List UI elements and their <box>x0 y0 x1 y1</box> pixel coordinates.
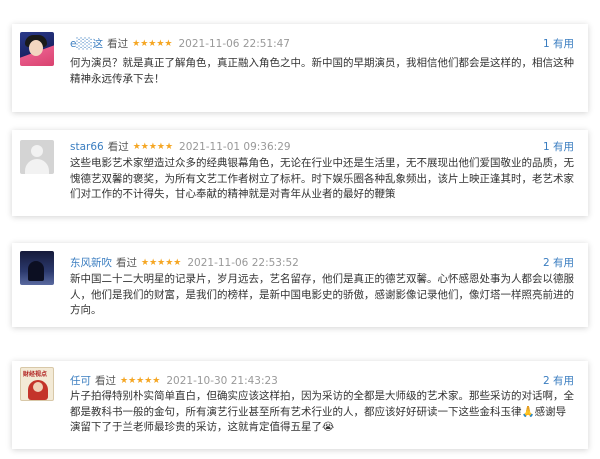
review-header: e░░这 看过 ★★★★★ 2021-11-06 22:51:47 <box>70 36 290 51</box>
useful-button[interactable]: 1 有用 <box>543 139 574 154</box>
review-text: 何为演员？就是真正了解角色，真正融入角色之中。新中国的早期演员，我相信他们都会是… <box>70 57 574 85</box>
watched-label: 看过 <box>107 141 129 153</box>
star-rating: ★★★★★ <box>132 38 173 49</box>
review-card: e░░这 看过 ★★★★★ 2021-11-06 22:51:47 1 有用 何… <box>12 24 588 112</box>
review-date: 2021-11-01 09:36:29 <box>179 140 291 153</box>
avatar[interactable]: 财经视点 <box>20 367 54 401</box>
review-card: 东风新吹 看过 ★★★★★ 2021-11-06 22:53:52 2 有用 新… <box>12 243 588 327</box>
review-date: 2021-11-06 22:51:47 <box>178 37 290 50</box>
avatar[interactable] <box>20 251 54 285</box>
review-text: 这些电影艺术家塑造过众多的经典银幕角色，无论在行业中还是生活里，无不展现出他们爱… <box>70 157 574 200</box>
review-date: 2021-11-06 22:53:52 <box>187 256 299 269</box>
username-link[interactable]: e░░这 <box>70 36 103 51</box>
avatar[interactable] <box>20 32 54 66</box>
useful-button[interactable]: 1 有用 <box>543 36 574 51</box>
review-card: 财经视点 任可 看过 ★★★★★ 2021-10-30 21:43:23 2 有… <box>12 361 588 449</box>
review-card: star66 看过 ★★★★★ 2021-11-01 09:36:29 1 有用… <box>12 130 588 216</box>
watched-label: 看过 <box>107 38 129 50</box>
review-header: star66 看过 ★★★★★ 2021-11-01 09:36:29 <box>70 139 291 154</box>
review-list: e░░这 看过 ★★★★★ 2021-11-06 22:51:47 1 有用 何… <box>0 0 600 459</box>
review-header: 任可 看过 ★★★★★ 2021-10-30 21:43:23 <box>70 373 278 388</box>
review-text: 新中国二十二大明星的记录片，岁月远去，艺名留存，他们是真正的德艺双馨。心怀感恩处… <box>70 273 574 316</box>
avatar-caption: 财经视点 <box>23 371 48 378</box>
useful-button[interactable]: 2 有用 <box>543 373 574 388</box>
username-link[interactable]: 任可 <box>70 373 91 388</box>
username-link[interactable]: star66 <box>70 141 104 153</box>
avatar[interactable] <box>20 140 54 174</box>
star-rating: ★★★★★ <box>120 375 161 386</box>
review-date: 2021-10-30 21:43:23 <box>166 374 278 387</box>
star-rating: ★★★★★ <box>132 141 174 152</box>
username-link[interactable]: 东风新吹 <box>70 255 112 270</box>
useful-button[interactable]: 2 有用 <box>543 255 574 270</box>
watched-label: 看过 <box>95 375 116 387</box>
watched-label: 看过 <box>116 257 137 269</box>
star-rating: ★★★★★ <box>141 257 182 268</box>
review-header: 东风新吹 看过 ★★★★★ 2021-11-06 22:53:52 <box>70 255 299 270</box>
review-text: 片子拍得特别朴实简单直白，但确实应该这样拍，因为采访的全都是大师级的艺术家。那些… <box>70 390 574 433</box>
